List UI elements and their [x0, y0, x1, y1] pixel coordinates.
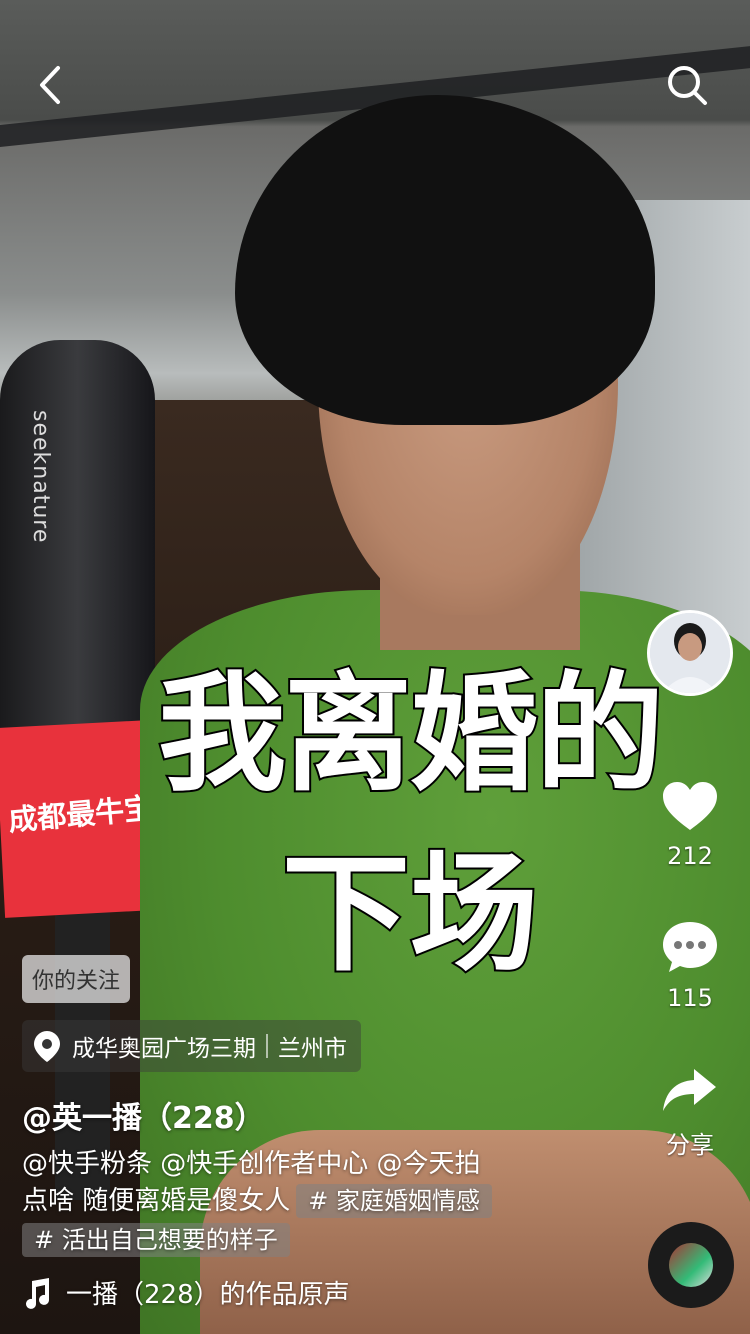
heart-icon — [663, 782, 717, 830]
comment-count: 115 — [667, 984, 713, 1012]
location-divider — [266, 1034, 268, 1058]
location-city: 兰州市 — [278, 1036, 347, 1062]
author-name[interactable]: @英一播（228） — [22, 1093, 265, 1137]
share-arrow-icon — [663, 1069, 716, 1111]
share-label: 分享 — [666, 1131, 714, 1159]
music-info[interactable]: 一播（228）的作品原声 — [22, 1274, 350, 1311]
description-line3: # 活出自己想要的样子 — [22, 1222, 602, 1259]
location-tag[interactable]: 成华奥园广场三期 兰州市 — [22, 1020, 361, 1072]
like-count: 212 — [667, 842, 713, 870]
share-button[interactable]: 分享 — [650, 1065, 730, 1160]
follow-tag: 你的关注 — [22, 955, 131, 1003]
person-hair — [235, 95, 655, 425]
chevron-left-icon[interactable] — [30, 62, 76, 108]
comment-icon — [663, 922, 717, 972]
music-disc-cover — [669, 1243, 713, 1287]
author-avatar[interactable] — [647, 610, 733, 696]
video-description: @快手粉条 @快手创作者中心 @今天拍 点啥 随便离婚是傻女人 # 家庭婚姻情感 … — [22, 1146, 602, 1259]
music-disc[interactable] — [648, 1222, 734, 1308]
comment-button[interactable]: 115 — [650, 920, 730, 1012]
hashtag-family[interactable]: # 家庭婚姻情感 — [296, 1184, 493, 1218]
description-line2: 点啥 随便离婚是傻女人 # 家庭婚姻情感 — [22, 1183, 602, 1220]
description-line1[interactable]: @快手粉条 @快手创作者中心 @今天拍 — [22, 1146, 602, 1183]
video-caption-line1: 我离婚的 — [156, 658, 666, 811]
avatar-icon — [650, 613, 730, 693]
location-name: 成华奥园广场三期 — [72, 1036, 256, 1062]
video-caption-line2: 下场 — [280, 838, 540, 991]
like-button[interactable]: 212 — [650, 780, 730, 870]
hashtag-live-yourself[interactable]: # 活出自己想要的样子 — [22, 1223, 290, 1257]
description-text: 点啥 随便离婚是傻女人 — [22, 1186, 291, 1216]
music-title: 一播（228）的作品原声 — [66, 1280, 350, 1310]
search-icon[interactable] — [664, 62, 710, 108]
music-note-icon — [26, 1277, 49, 1309]
location-pin-icon — [34, 1031, 60, 1062]
mic-brand-text: seeknature — [28, 410, 53, 544]
